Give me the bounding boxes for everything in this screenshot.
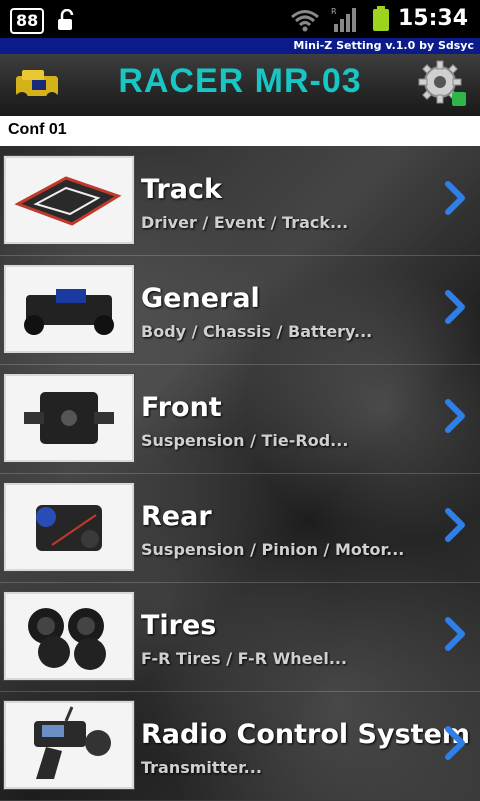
menu-item-label: Rear	[141, 501, 212, 532]
menu-item-label: Front	[141, 392, 222, 423]
notification-count-badge[interactable]: 88	[10, 8, 45, 34]
clock-time: 15:34	[397, 6, 468, 31]
track-thumbnail	[4, 156, 134, 244]
header-title: RACER MR-03	[118, 62, 362, 100]
chevron-right-icon	[445, 508, 465, 542]
battery-icon	[373, 6, 389, 31]
wifi-icon	[291, 10, 319, 32]
app-title-bar: Mini-Z Setting v.1.0 by Sdsyc	[0, 38, 480, 54]
menu-item-front[interactable]: Front Suspension / Tie-Rod...	[0, 364, 480, 474]
front-thumbnail	[4, 374, 134, 462]
status-bar: 88 R 15:34	[0, 0, 480, 38]
rear-thumbnail	[4, 483, 134, 571]
gear-settings-icon[interactable]	[418, 60, 470, 110]
config-name: Conf 01	[8, 121, 67, 138]
menu-list: Track Driver / Event / Track... General …	[0, 146, 480, 801]
config-bar[interactable]: Conf 01	[0, 116, 480, 146]
svg-text:R: R	[331, 7, 337, 16]
chevron-right-icon	[445, 181, 465, 215]
general-thumbnail	[4, 265, 134, 353]
tires-thumbnail	[4, 592, 134, 680]
menu-item-subtitle: F-R Tires / F-R Wheel...	[141, 649, 348, 668]
lock-open-icon	[58, 9, 74, 30]
header: RACER MR-03	[0, 54, 480, 116]
app-version-title: Mini-Z Setting v.1.0 by Sdsyc	[293, 39, 474, 52]
menu-item-general[interactable]: General Body / Chassis / Battery...	[0, 255, 480, 365]
menu-item-subtitle: Suspension / Tie-Rod...	[141, 431, 349, 450]
menu-item-subtitle: Transmitter...	[141, 758, 262, 777]
chevron-right-icon	[445, 290, 465, 324]
menu-item-subtitle: Body / Chassis / Battery...	[141, 322, 373, 341]
menu-item-label: Track	[141, 174, 222, 205]
signal-icon: R	[331, 7, 356, 32]
menu-item-label: Radio Control System	[141, 719, 471, 750]
menu-item-rear[interactable]: Rear Suspension / Pinion / Motor...	[0, 473, 480, 583]
menu-item-subtitle: Driver / Event / Track...	[141, 213, 349, 232]
menu-item-tires[interactable]: Tires F-R Tires / F-R Wheel...	[0, 582, 480, 692]
menu-item-track[interactable]: Track Driver / Event / Track...	[0, 146, 480, 256]
chevron-right-icon	[445, 617, 465, 651]
chevron-right-icon	[445, 726, 465, 760]
chevron-right-icon	[445, 399, 465, 433]
menu-item-radio-control-system[interactable]: Radio Control System Transmitter...	[0, 691, 480, 801]
radio-control-thumbnail	[4, 701, 134, 789]
menu-item-label: Tires	[141, 610, 217, 641]
menu-item-label: General	[141, 283, 260, 314]
menu-item-subtitle: Suspension / Pinion / Motor...	[141, 540, 405, 559]
